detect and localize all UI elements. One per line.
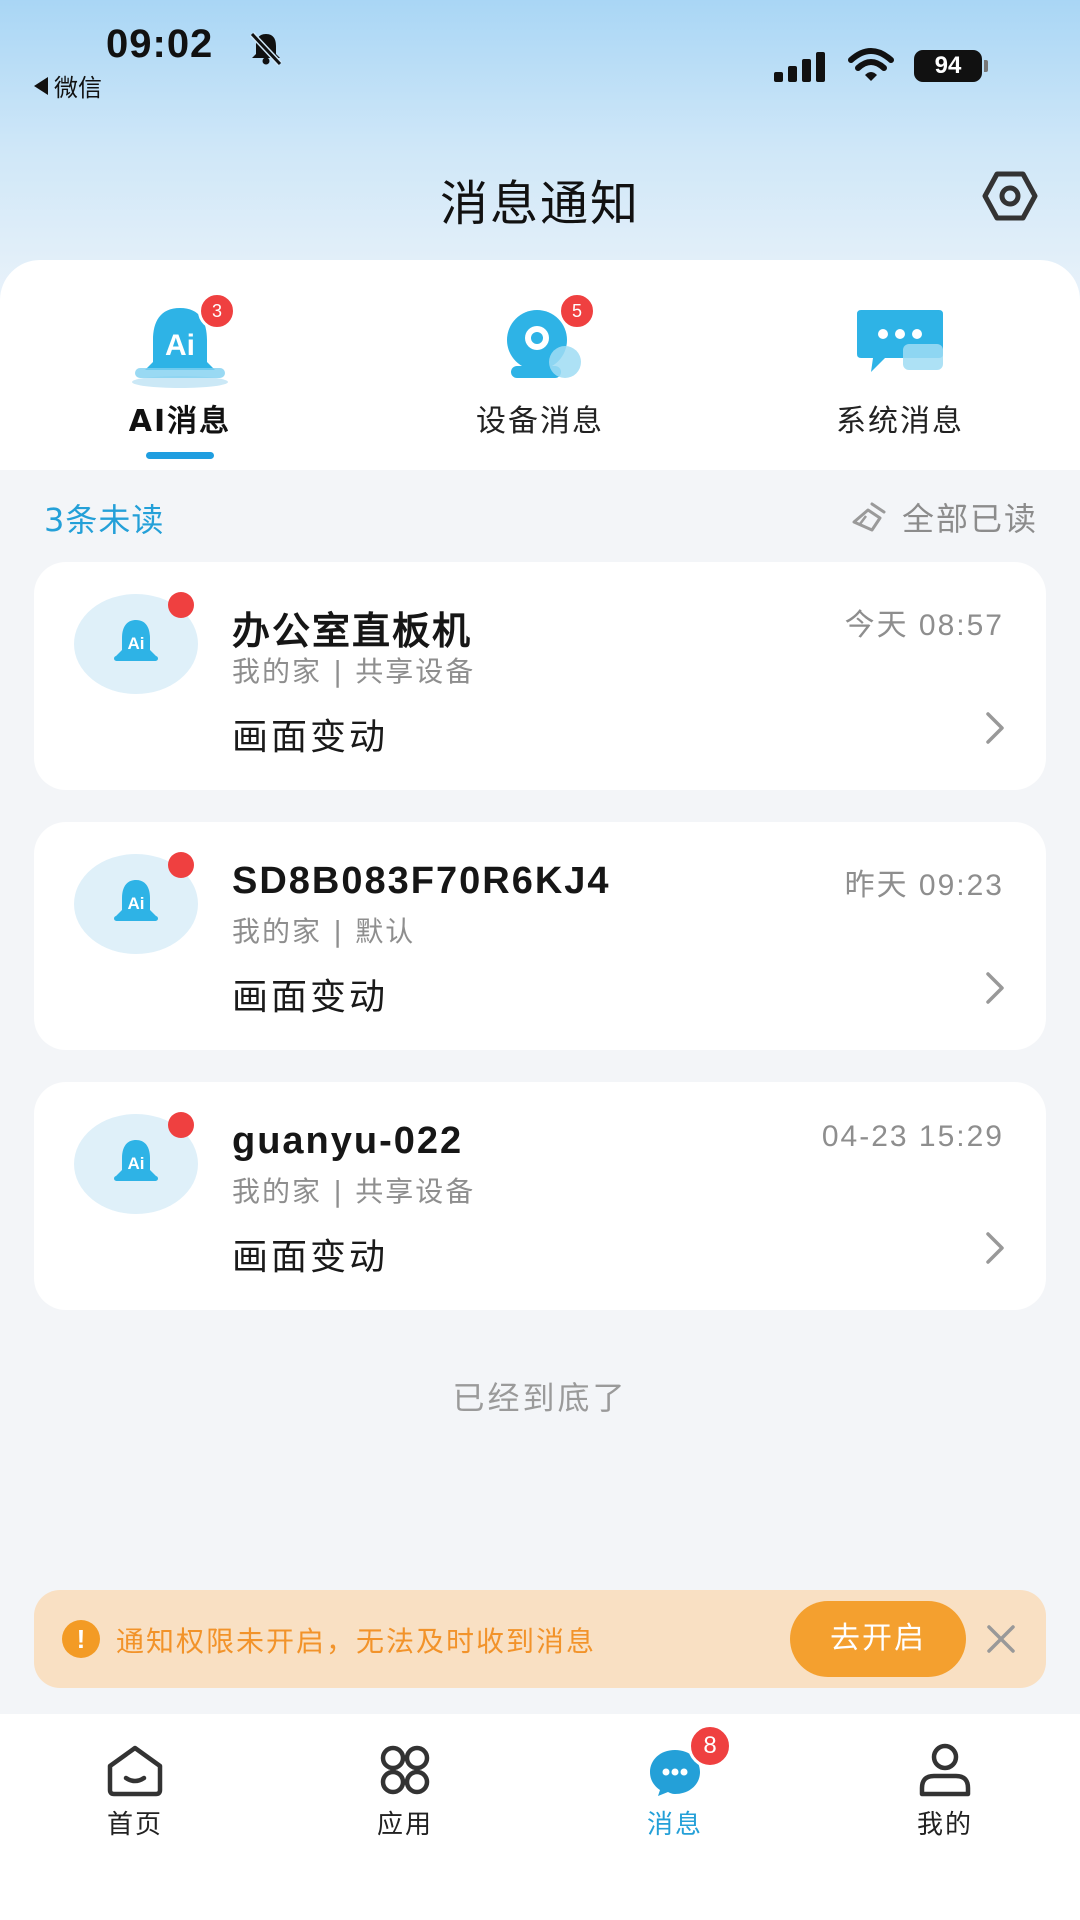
tab-label: 设备消息 (476, 404, 604, 439)
page-title: 消息通知 (439, 176, 640, 232)
device-name: SD8B083F70R6KJ4 (232, 860, 611, 902)
back-to-wechat[interactable]: 微信 (34, 68, 102, 103)
bell-muted-icon (249, 31, 283, 66)
hexagon-settings-icon[interactable] (982, 170, 1038, 222)
event-type: 画面变动 (232, 1237, 389, 1278)
message-card[interactable]: Ai SD8B083F70R6KJ4 昨天 09:23 我的家 | 默认 画面变… (34, 822, 1046, 1050)
tab-label: AI消息 (128, 404, 232, 439)
unread-dot (168, 852, 194, 878)
ai-bell-icon: Ai (114, 1140, 158, 1181)
bottom-navigation: 首页 应用 8 消息 我的 (0, 1714, 1080, 1920)
close-icon[interactable] (984, 1622, 1018, 1656)
warning-icon: ! (62, 1620, 100, 1658)
nav-label: 应用 (376, 1810, 433, 1840)
nav-messages[interactable]: 8 消息 (540, 1714, 810, 1844)
ai-bell-icon: Ai (114, 620, 158, 661)
svg-text:Ai: Ai (165, 329, 195, 362)
tab-system-messages[interactable]: 系统消息 (720, 260, 1080, 470)
message-category-tabs: Ai 3 AI消息 5 设备消息 系统消息 (0, 260, 1080, 470)
notification-permission-banner: ! 通知权限未开启，无法及时收到消息 去开启 (34, 1590, 1046, 1688)
wifi-icon (848, 48, 894, 81)
active-tab-indicator (146, 452, 214, 459)
message-time: 今天 08:57 (844, 609, 1004, 642)
chat-bubble-icon (857, 310, 943, 372)
message-card[interactable]: Ai guanyu-022 04-23 15:29 我的家 | 共享设备 画面变… (34, 1082, 1046, 1310)
nav-label: 消息 (646, 1810, 703, 1840)
svg-text:Ai: Ai (128, 634, 145, 653)
tab-label: 系统消息 (836, 404, 964, 439)
chevron-right-icon (986, 712, 1004, 744)
cellular-signal-icon (774, 52, 825, 82)
status-time: 09:02 (106, 22, 214, 66)
back-arrow-icon (34, 76, 48, 95)
nav-home[interactable]: 首页 (0, 1714, 270, 1844)
ai-bell-icon: Ai (114, 880, 158, 921)
profile-icon (919, 1743, 971, 1797)
event-type: 画面变动 (232, 977, 389, 1018)
unread-dot (168, 592, 194, 618)
event-type: 画面变动 (232, 717, 389, 758)
broom-icon (852, 502, 886, 532)
nav-profile[interactable]: 我的 (810, 1714, 1080, 1844)
message-time: 04-23 15:29 (821, 1120, 1004, 1153)
svg-text:Ai: Ai (128, 894, 145, 913)
nav-apps[interactable]: 应用 (270, 1714, 540, 1844)
tab-badge: 5 (558, 292, 596, 330)
notice-text: 通知权限未开启，无法及时收到消息 (116, 1625, 597, 1658)
device-location: 我的家 | 共享设备 (232, 655, 476, 688)
unread-dot (168, 1112, 194, 1138)
home-icon (107, 1745, 163, 1797)
chevron-right-icon (986, 1232, 1004, 1264)
device-name: 办公室直板机 (232, 611, 473, 653)
tab-device-messages[interactable]: 5 设备消息 (360, 260, 720, 470)
nav-label: 首页 (106, 1810, 163, 1840)
mark-all-read-button[interactable]: 全部已读 (850, 494, 1038, 540)
apps-icon (380, 1745, 430, 1795)
battery-indicator: 94 (914, 50, 988, 82)
device-location: 我的家 | 共享设备 (232, 1175, 476, 1208)
device-location: 我的家 | 默认 (232, 915, 416, 948)
enable-notifications-button[interactable]: 去开启 (790, 1601, 966, 1677)
device-name: guanyu-022 (232, 1120, 464, 1162)
svg-text:Ai: Ai (128, 1154, 145, 1173)
chevron-right-icon (986, 972, 1004, 1004)
end-of-list-text: 已经到底了 (452, 1379, 628, 1417)
tab-badge: 3 (198, 292, 236, 330)
nav-badge: 8 (688, 1724, 732, 1768)
mark-all-read-label: 全部已读 (901, 500, 1038, 538)
unread-count: 3条未读 (44, 501, 165, 539)
message-time: 昨天 09:23 (844, 869, 1004, 902)
nav-label: 我的 (916, 1810, 973, 1840)
tab-ai-messages[interactable]: Ai 3 AI消息 (0, 260, 360, 470)
back-app-label: 微信 (54, 74, 102, 102)
message-card[interactable]: Ai 办公室直板机 今天 08:57 我的家 | 共享设备 画面变动 (34, 562, 1046, 790)
